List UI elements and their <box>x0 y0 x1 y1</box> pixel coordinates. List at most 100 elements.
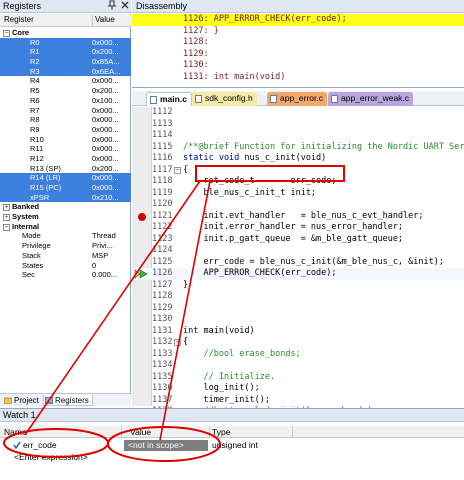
column-divider[interactable] <box>209 426 210 438</box>
code-line[interactable]: 1137 timer_init(); <box>132 395 464 407</box>
register-value[interactable]: 0x000... <box>92 144 130 154</box>
code-line[interactable]: 1130 <box>132 314 464 326</box>
register-row[interactable]: R6 0x100... <box>0 96 131 106</box>
register-row[interactable]: States 0 <box>0 261 131 271</box>
register-value[interactable]: Privi... <box>92 241 130 251</box>
code-line[interactable]: 1118 ret_code_t err_code; <box>132 176 464 188</box>
register-value[interactable]: 0x100... <box>92 96 130 106</box>
register-row[interactable]: R7 0x000... <box>0 106 131 116</box>
fold-toggle-icon[interactable]: − <box>174 166 181 174</box>
code-line[interactable]: 1119 ble_nus_c_init_t init; <box>132 188 464 200</box>
column-register[interactable]: Register <box>4 15 34 24</box>
disassembly-line[interactable]: 1126: APP_ERROR_CHECK(err_code); <box>132 14 464 26</box>
register-value[interactable]: 0x85A... <box>92 57 130 67</box>
register-value[interactable]: 0x200... <box>92 47 130 57</box>
column-divider[interactable] <box>121 426 122 438</box>
register-row[interactable]: R3 0x6EA... <box>0 66 131 77</box>
register-row[interactable]: R1 0x200... <box>0 47 131 58</box>
code-line[interactable]: 1125 err_code = ble_nus_c_init(&m_ble_nu… <box>132 257 464 269</box>
code-line[interactable]: 1136 log_init(); <box>132 383 464 395</box>
column-divider[interactable] <box>292 426 293 438</box>
register-row[interactable]: R0 0x000... <box>0 37 131 48</box>
disassembly-line[interactable]: 1131: int main(void) <box>132 72 464 84</box>
register-row[interactable]: R5 0x200... <box>0 86 131 96</box>
code-line[interactable]: 1127} <box>132 280 464 292</box>
register-value[interactable]: Thread <box>92 231 130 241</box>
register-value[interactable]: 0x000... <box>92 135 130 145</box>
register-row[interactable]: Sec 0.000... <box>0 270 131 280</box>
register-row[interactable]: xPSR 0x210... <box>0 192 131 203</box>
register-value[interactable]: 0x000... <box>92 125 130 135</box>
register-value[interactable]: 0x6EA... <box>92 67 130 77</box>
code-line[interactable]: 1134 <box>132 360 464 372</box>
close-icon[interactable] <box>121 0 129 12</box>
register-group-internal[interactable]: Internal − <box>0 222 131 232</box>
watch-row-name[interactable]: err_code <box>23 440 57 451</box>
code-line[interactable]: 1112 <box>132 107 464 119</box>
watch-row-new[interactable]: <Enter expression> <box>0 452 464 463</box>
tab-app-error-c[interactable]: app_error.c <box>267 92 327 106</box>
register-row[interactable]: R9 0x000... <box>0 125 131 135</box>
register-row[interactable]: R11 0x000... <box>0 144 131 154</box>
watch-column-value[interactable]: Value <box>130 427 151 437</box>
code-line[interactable]: 1122 init.error_handler = nus_error_hand… <box>132 222 464 234</box>
register-value[interactable]: 0.000... <box>92 270 130 280</box>
disassembly-line[interactable]: 1129: <box>132 49 464 61</box>
code-line[interactable]: 1121 init.evt_handler = ble_nus_c_evt_ha… <box>132 211 464 223</box>
register-row[interactable]: Privilege Privi... <box>0 241 131 251</box>
collapse-icon[interactable]: − <box>3 30 10 37</box>
code-line[interactable]: 1116 static void nus_c_init(void) <box>132 153 464 165</box>
register-value[interactable]: 0x200... <box>92 164 130 174</box>
register-value[interactable]: 0x000... <box>92 154 130 164</box>
watch-row[interactable]: err_code <not in scope> unsigned int <box>0 440 464 451</box>
collapse-icon[interactable]: − <box>3 223 10 231</box>
disassembly-line[interactable]: 1128: <box>132 37 464 49</box>
code-line[interactable]: 1115 /**@brief Function for initializing … <box>132 142 464 154</box>
code-line[interactable]: 1123 init.p_gatt_queue = &m_ble_gatt_que… <box>132 234 464 246</box>
code-line[interactable]: 1113 <box>132 119 464 131</box>
code-line[interactable]: 1128 <box>132 291 464 303</box>
expand-icon[interactable]: + <box>3 204 10 212</box>
code-line[interactable]: 1126 APP_ERROR_CHECK(err_code); <box>132 268 464 280</box>
tab-main-c[interactable]: main.c <box>146 92 192 106</box>
register-value[interactable]: 0x000... <box>92 106 130 116</box>
expand-icon[interactable]: + <box>3 214 10 222</box>
watch-column-type[interactable]: Type <box>212 427 230 437</box>
register-value[interactable]: 0 <box>92 261 130 271</box>
code-line[interactable]: 1117−{ <box>132 165 464 177</box>
code-line[interactable]: 1135 // Initialize. <box>132 372 464 384</box>
register-value[interactable]: 0x000... <box>92 173 130 183</box>
register-row[interactable]: R2 0x85A... <box>0 57 131 67</box>
column-value[interactable]: Value <box>92 15 115 27</box>
register-row[interactable]: R10 0x000... <box>0 135 131 145</box>
register-value[interactable]: MSP <box>92 251 130 261</box>
code-editor[interactable]: 1112 1113 1114 1115 /**@brief Function for i… <box>132 107 464 428</box>
register-value[interactable]: 0x210... <box>92 193 130 203</box>
watch-row-value[interactable]: <not in scope> <box>124 440 208 451</box>
register-row[interactable]: R15 (PC) 0x000... <box>0 183 131 193</box>
fold-toggle-icon[interactable]: − <box>174 339 181 346</box>
register-value[interactable]: 0x000... <box>92 183 130 193</box>
code-line[interactable]: 1132−{ <box>132 337 464 349</box>
tab-app-error-weak-c[interactable]: app_error_weak.c <box>328 92 414 106</box>
register-value[interactable]: 0x200... <box>92 86 130 96</box>
breakpoint-icon[interactable] <box>138 212 146 221</box>
register-row[interactable]: R12 0x000... <box>0 154 131 164</box>
disassembly-line[interactable]: 1127: } <box>132 26 464 38</box>
code-line[interactable]: 1131 int main(void) <box>132 326 464 338</box>
register-row[interactable]: R13 (SP) 0x200... <box>0 164 131 174</box>
code-line[interactable]: 1124 <box>132 245 464 257</box>
enter-expression-field[interactable]: <Enter expression> <box>14 452 88 463</box>
tab-registers[interactable]: Registers <box>43 395 93 406</box>
watch-column-name[interactable]: Name <box>4 427 27 437</box>
register-row[interactable]: R8 0x000... <box>0 115 131 125</box>
register-group-core[interactable]: Core − <box>0 28 131 38</box>
pin-icon[interactable] <box>108 0 116 12</box>
register-row[interactable]: Stack MSP <box>0 251 131 261</box>
tab-project[interactable]: Project <box>3 395 39 406</box>
disassembly-line[interactable]: 1130: <box>132 60 464 72</box>
register-row[interactable]: R4 0x000... <box>0 76 131 86</box>
code-line[interactable]: 1133 //bool erase_bonds; <box>132 349 464 361</box>
register-value[interactable]: 0x000... <box>92 115 130 125</box>
register-value[interactable]: 0x000... <box>92 38 130 48</box>
